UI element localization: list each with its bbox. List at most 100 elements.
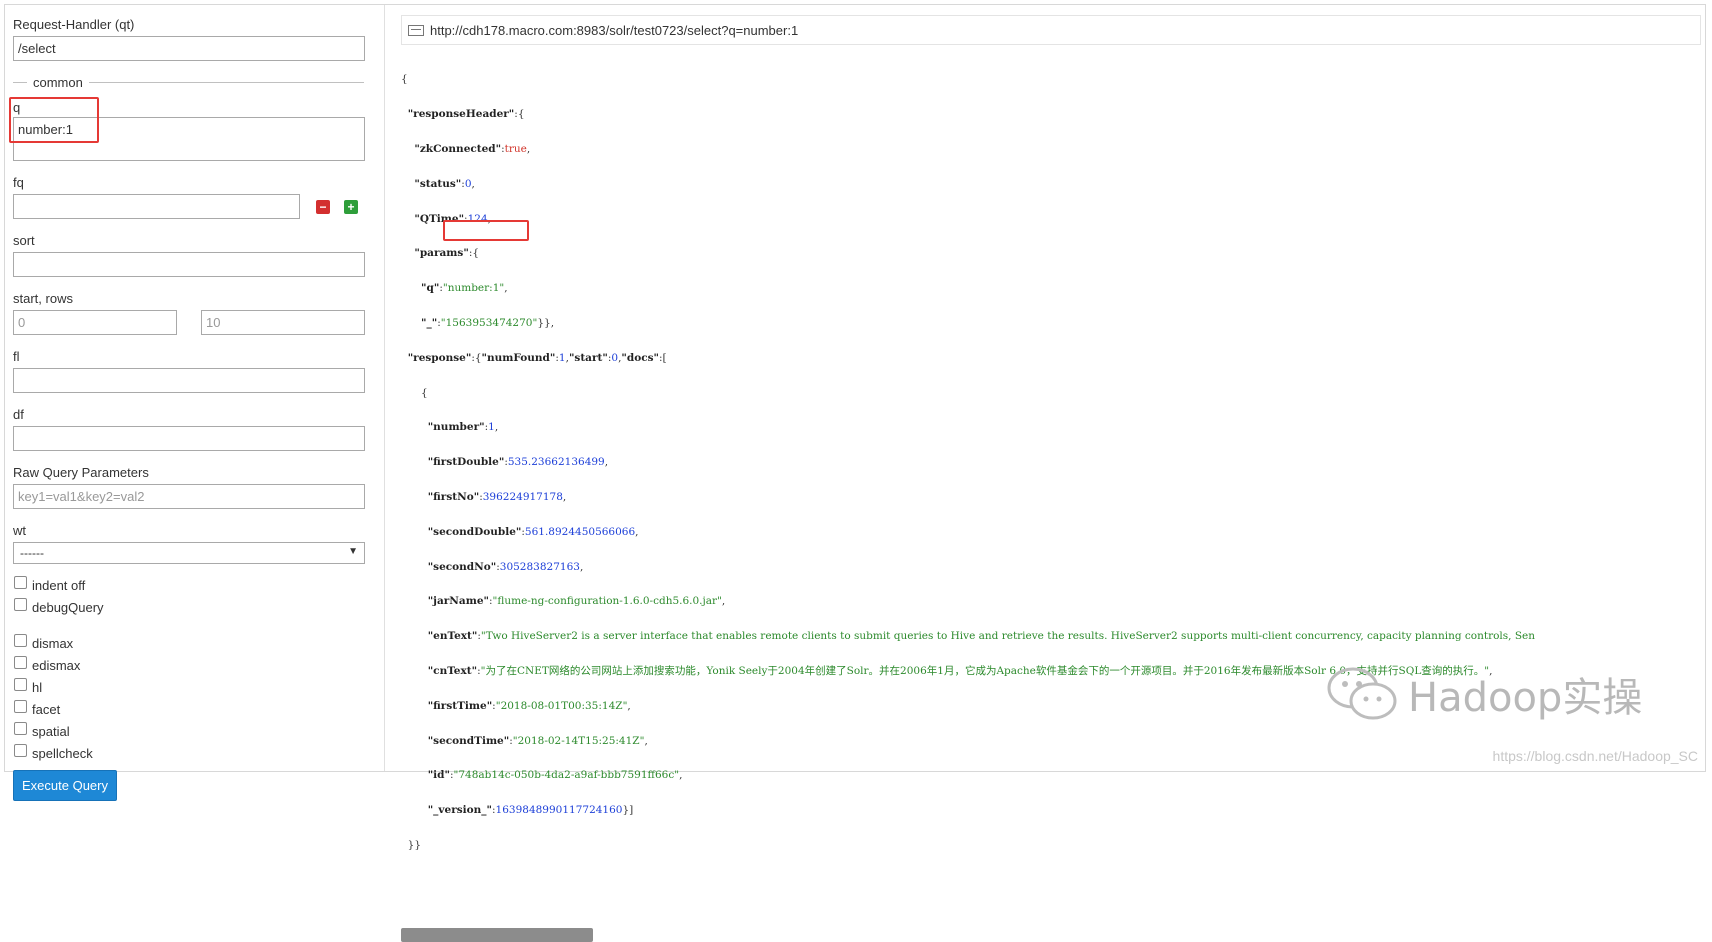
spellcheck-label: spellcheck — [32, 745, 93, 761]
json-response: { "responseHeader":{ "zkConnected":true,… — [401, 54, 1701, 924]
legend-rule — [88, 82, 364, 83]
first-double-value: 535.23662136499 — [507, 456, 605, 469]
start-input[interactable] — [13, 310, 177, 335]
debug-query-option[interactable]: debugQuery — [13, 596, 364, 618]
raw-query-label: Raw Query Parameters — [13, 465, 149, 480]
num-found-value: 1 — [558, 351, 566, 364]
dismax-option[interactable]: dismax — [13, 632, 364, 654]
watermark: Hadoop实操 — [1326, 664, 1642, 724]
json-line: { — [401, 386, 428, 399]
spellcheck-checkbox[interactable] — [14, 743, 27, 757]
rows-input[interactable] — [201, 310, 365, 335]
edismax-label: edismax — [32, 657, 81, 673]
watermark-url: https://blog.csdn.net/Hadoop_SC — [1492, 748, 1698, 764]
wt-select[interactable]: ------ ▼ — [13, 542, 365, 564]
start-rows-row — [13, 310, 365, 335]
start-rows-label: start, rows — [13, 291, 73, 306]
json-line: "jarName":"flume-ng-configuration-1.6.0-… — [427, 595, 726, 608]
indent-off-checkbox[interactable] — [14, 575, 27, 589]
spatial-label: spatial — [32, 723, 70, 739]
param-q-value: number:1 — [447, 282, 500, 295]
q-field: q number:1 — [13, 100, 365, 161]
json-line: "q":"number:1", — [421, 282, 508, 295]
app-frame: Request-Handler (qt) common q number:1 f… — [4, 4, 1706, 942]
q-input[interactable]: number:1 — [13, 117, 365, 161]
facet-checkbox[interactable] — [14, 699, 27, 713]
q-label: q — [13, 100, 21, 115]
debug-query-label: debugQuery — [32, 599, 104, 615]
fq-input[interactable] — [13, 194, 300, 219]
second-time-value: 2018-02-14T15:25:41Z — [517, 734, 640, 747]
wt-selected-value: ------ — [20, 546, 44, 560]
json-line: "QTime":124, — [414, 212, 491, 225]
facet-option[interactable]: facet — [13, 698, 364, 720]
hl-label: hl — [32, 679, 43, 695]
id-value: 748ab14c-050b-4da2-a9af-bbb7591ff66c — [458, 769, 675, 782]
json-line: "response":{"numFound":1,"start":0,"docs… — [407, 351, 667, 364]
start-rows-field: start, rows — [13, 291, 365, 335]
wt-field: wt ------ ▼ — [13, 523, 365, 564]
add-fq-button[interactable]: + — [344, 199, 358, 214]
horizontal-scrollbar[interactable] — [401, 927, 593, 942]
dismax-label: dismax — [32, 635, 74, 651]
first-no-value: 396224917178 — [482, 490, 563, 503]
wt-label: wt — [13, 523, 26, 538]
json-line: "secondDouble":561.8924450566066, — [427, 525, 639, 538]
fq-row: − + — [13, 194, 364, 219]
sort-input[interactable] — [13, 252, 365, 277]
qtime-value: 124 — [467, 212, 488, 225]
df-label: df — [13, 407, 24, 422]
df-input[interactable] — [13, 426, 365, 451]
json-line: { — [401, 73, 408, 86]
chat-bubbles-icon — [1327, 667, 1397, 720]
second-double-value: 561.8924450566066 — [524, 525, 636, 538]
fq-label: fq — [13, 175, 24, 190]
request-handler-field: Request-Handler (qt) — [13, 17, 365, 61]
en-text-value: Two HiveServer2 is a server interface th… — [485, 630, 1536, 643]
fl-label: fl — [13, 349, 20, 364]
json-line: "responseHeader":{ — [407, 108, 525, 121]
param-underscore-value: 1563953474270 — [445, 316, 533, 329]
dismax-checkbox[interactable] — [14, 633, 27, 647]
spatial-checkbox[interactable] — [14, 721, 27, 735]
spellcheck-option[interactable]: spellcheck — [13, 742, 364, 764]
spatial-option[interactable]: spatial — [13, 720, 364, 742]
json-line: "status":0, — [414, 177, 475, 190]
common-legend-label: common — [33, 75, 83, 90]
json-line: }} — [401, 838, 422, 851]
request-url-bar[interactable]: http://cdh178.macro.com:8983/solr/test07… — [401, 15, 1701, 45]
sort-field: sort — [13, 233, 365, 277]
debug-query-checkbox[interactable] — [14, 597, 27, 611]
document-icon — [408, 24, 424, 36]
json-line: "firstNo":396224917178, — [427, 490, 567, 503]
hl-option[interactable]: hl — [13, 676, 364, 698]
sort-label: sort — [13, 233, 35, 248]
df-field: df — [13, 407, 365, 451]
version-value: 1639848990117724160 — [495, 804, 623, 817]
request-url[interactable]: http://cdh178.macro.com:8983/solr/test07… — [430, 23, 798, 38]
common-legend: common — [13, 75, 364, 90]
jar-name-value: flume-ng-configuration-1.6.0-cdh5.6.0.ja… — [497, 595, 718, 608]
indent-off-option[interactable]: indent off — [13, 574, 364, 596]
watermark-brand: Hadoop实操 — [1408, 675, 1643, 721]
hl-checkbox[interactable] — [14, 677, 27, 691]
facet-label: facet — [32, 701, 61, 717]
json-line: "id":"748ab14c-050b-4da2-a9af-bbb7591ff6… — [427, 769, 683, 782]
execute-query-button[interactable]: Execute Query — [13, 770, 117, 801]
request-handler-input[interactable] — [13, 36, 365, 61]
edismax-option[interactable]: edismax — [13, 654, 364, 676]
fl-input[interactable] — [13, 368, 365, 393]
fl-field: fl — [13, 349, 365, 393]
minus-icon: − — [319, 199, 327, 214]
json-line: "params":{ — [414, 247, 480, 260]
json-line: "secondNo":305283827163, — [427, 560, 584, 573]
raw-query-input[interactable] — [13, 484, 365, 509]
results-pane: http://cdh178.macro.com:8983/solr/test07… — [401, 15, 1701, 942]
indent-off-label: indent off — [32, 577, 86, 593]
status-value: 0 — [464, 177, 472, 190]
remove-fq-button[interactable]: − — [316, 199, 330, 214]
first-time-value: 2018-08-01T00:35:14Z — [500, 699, 623, 712]
legend-rule — [13, 82, 27, 83]
edismax-checkbox[interactable] — [14, 655, 27, 669]
